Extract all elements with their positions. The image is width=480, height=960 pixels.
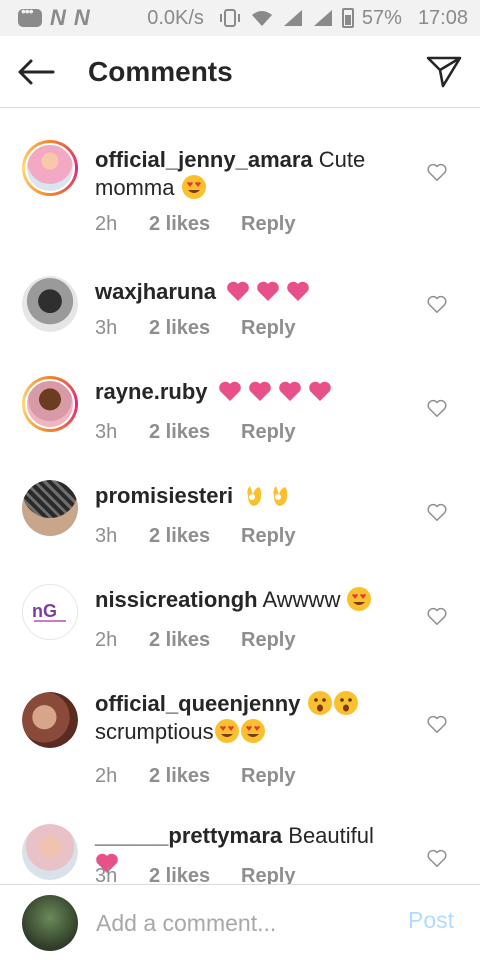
pink-heart-emoji [287,281,309,301]
heart-eyes-emoji [214,719,239,743]
comment-likes[interactable]: 2 likes [149,213,241,236]
heart-icon[interactable] [426,397,448,419]
comment-time: 3h [95,865,118,884]
comment-text: waxjharuna [95,278,400,306]
comment-username[interactable]: waxjharuna [95,279,216,304]
comment-time: 3h [95,317,118,339]
heart-icon[interactable] [426,501,448,523]
avatar[interactable] [22,140,78,196]
pink-heart-emoji [278,381,301,401]
status-bar: N N 0.0K/s 57% 17:08 [0,0,480,36]
comment-text: official_queenjenny scrumptious [95,690,400,746]
send-icon [426,56,462,87]
comment-list: official_jenny_amara Cute momma 2h 2 lik… [0,108,480,884]
comment-time: 3h [95,525,118,547]
carrier-icon: N [50,5,66,30]
comment-body: scrumptious [95,719,214,744]
avatar[interactable] [22,376,78,432]
header: Comments [0,36,480,108]
heart-icon[interactable] [426,847,448,869]
signal-icon [313,10,332,26]
battery-icon [341,8,354,28]
heart-eyes-emoji [240,719,265,743]
comment-likes[interactable]: 2 likes [149,629,241,652]
battery-percent: 57% [361,6,402,29]
network-speed: 0.0K/s [147,6,204,29]
comment-time: 2h [95,629,118,651]
clock: 17:08 [417,6,468,29]
pink-heart-emoji [218,381,241,401]
comment-likes[interactable]: 2 likes [149,421,241,444]
reply-button[interactable]: Reply [241,525,295,548]
comment-username[interactable]: ______prettymara [95,823,282,848]
reply-button[interactable]: Reply [241,421,295,444]
pink-heart-emoji [257,281,279,301]
pink-heart-emoji [227,281,249,301]
svg-text:nG: nG [32,601,57,621]
comment-time: 2h [95,213,118,235]
comment-text: promisiesteri [95,482,400,510]
comment-time: 3h [95,421,118,443]
pink-heart-emoji [248,381,271,401]
comment-username[interactable]: nissicreationgh [95,587,258,612]
share-button[interactable] [408,36,480,108]
comment-composer: Post [0,884,480,960]
comment-likes[interactable]: 2 likes [149,317,241,340]
heart-icon[interactable] [426,605,448,627]
reply-button[interactable]: Reply [241,865,295,884]
hushed-face-emoji [307,691,332,715]
comment-input[interactable] [96,903,386,943]
heart-icon[interactable] [426,713,448,735]
comment-username[interactable]: official_queenjenny [95,691,300,716]
nissi-logo: nG [32,601,66,622]
comment-text: official_jenny_amara Cute momma [95,146,400,202]
avatar[interactable] [22,480,78,536]
avatar[interactable] [22,692,78,748]
hushed-face-emoji [333,691,358,715]
message-icon [18,3,42,27]
carrier-icon: N [73,5,90,30]
comment-time: 2h [95,765,118,787]
arrow-left-icon [18,59,55,84]
comment-body: Beautiful [288,823,374,848]
pink-heart-emoji [308,381,331,401]
comment-username[interactable]: rayne.ruby [95,379,208,404]
reply-button[interactable]: Reply [241,765,295,788]
heart-icon[interactable] [426,293,448,315]
avatar[interactable]: nG [22,584,78,640]
heart-eyes-emoji [181,175,206,199]
comment-username[interactable]: promisiesteri [95,483,233,508]
comment-likes[interactable]: 2 likes [149,765,241,788]
comment-body: Awwww [262,587,341,612]
comment-text: rayne.ruby [95,378,400,406]
page-title: Comments [88,55,233,87]
comment-likes[interactable]: 2 likes [149,865,241,884]
reply-button[interactable]: Reply [241,629,295,652]
wifi-icon [251,11,272,26]
avatar[interactable] [22,276,78,332]
back-button[interactable] [0,36,72,108]
ok-hand-emoji [273,486,288,506]
avatar [22,895,78,951]
signal-icon [283,10,302,26]
comment-username[interactable]: official_jenny_amara [95,147,313,172]
avatar[interactable] [22,824,78,880]
comment-likes[interactable]: 2 likes [149,525,241,548]
reply-button[interactable]: Reply [241,213,295,236]
heart-eyes-emoji [347,587,372,611]
comment-text: nissicreationgh Awwww [95,586,400,614]
post-button[interactable]: Post [408,907,454,934]
reply-button[interactable]: Reply [241,317,295,340]
heart-icon[interactable] [426,161,448,183]
ok-hand-emoji [247,486,262,506]
vibrate-icon [219,9,240,27]
